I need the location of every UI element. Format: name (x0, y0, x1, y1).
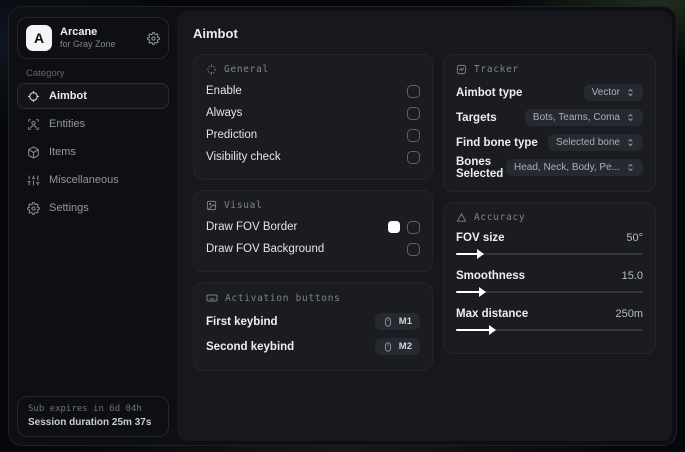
panel-visual: Visual Draw FOV Border Draw FOV Backgrou… (193, 190, 433, 272)
sidebar: A Arcane for Gray Zone Category Aimbot E… (9, 7, 177, 445)
right-column: Tracker Aimbot type Vector Targets Bots,… (443, 54, 656, 364)
crosshair-dotted-icon (206, 64, 217, 75)
panel-visual-header: Visual (206, 200, 420, 211)
enable-checkbox[interactable] (407, 84, 420, 98)
setting-row-second-keybind: Second keybind M2 (206, 334, 420, 359)
panel-title: Visual (224, 200, 263, 211)
brand-name: Arcane (60, 25, 98, 38)
sidebar-item-label: Settings (49, 202, 89, 214)
sliders-icon (27, 174, 40, 187)
setting-row-visibility-check: Visibility check (206, 146, 420, 168)
always-checkbox[interactable] (407, 106, 420, 120)
panel-title: Activation buttons (225, 292, 341, 304)
setting-row-find-bone-type: Find bone type Selected bone (456, 130, 643, 155)
second-keybind-button[interactable]: M2 (374, 338, 420, 355)
targets-dropdown[interactable]: Bots, Teams, Coma (524, 109, 643, 126)
setting-row-targets: Targets Bots, Teams, Coma (456, 105, 643, 130)
panel-activation-buttons: Activation buttons First keybind M1 Seco… (193, 282, 433, 371)
sidebar-item-items[interactable]: Items (17, 139, 169, 165)
slider-group-smoothness: Smoothness 15.0 (456, 266, 643, 297)
triangle-icon (456, 212, 467, 223)
slider-thumb[interactable] (477, 249, 485, 259)
slider-thumb[interactable] (479, 287, 487, 297)
session-duration-text: Session duration 25m 37s (28, 417, 152, 428)
brand-card: A Arcane for Gray Zone (17, 17, 169, 59)
slider-group-fov-size: FOV size 50° (456, 228, 643, 259)
draw-fov-border-checkbox[interactable] (407, 220, 420, 234)
panel-tracker: Tracker Aimbot type Vector Targets Bots,… (443, 54, 656, 192)
brand-subtitle: for Gray Zone (60, 39, 116, 50)
find-bone-type-dropdown[interactable]: Selected bone (548, 134, 643, 151)
visibility-check-checkbox[interactable] (407, 150, 420, 164)
draw-fov-background-checkbox[interactable] (407, 242, 420, 256)
chevron-up-down-icon (626, 138, 635, 147)
max-distance-slider[interactable] (456, 325, 643, 335)
panel-accuracy-header: Accuracy (456, 212, 643, 223)
left-column: General Enable Always Prediction Visibil… (193, 54, 433, 381)
brand-logo: A (26, 25, 52, 51)
panel-tracker-header: Tracker (456, 64, 643, 75)
brand-text: Arcane for Gray Zone (60, 26, 116, 51)
setting-row-always: Always (206, 102, 420, 124)
fov-size-slider[interactable] (456, 249, 643, 259)
category-label: Category (26, 68, 65, 79)
gear-icon (27, 201, 40, 215)
keyboard-icon (206, 292, 218, 304)
setting-row-enable: Enable (206, 80, 420, 102)
chevron-up-down-icon (626, 88, 635, 97)
smoothness-slider[interactable] (456, 287, 643, 297)
max-distance-value: 250m (615, 308, 643, 320)
setting-row-draw-fov-border: Draw FOV Border (206, 216, 420, 238)
crosshair-icon (27, 90, 40, 103)
bones-selected-dropdown[interactable]: Head, Neck, Body, Pe... (506, 159, 643, 176)
page-title: Aimbot (193, 26, 238, 41)
fov-border-color-picker[interactable] (388, 221, 400, 233)
panel-general-header: General (206, 64, 420, 75)
cube-icon (27, 146, 40, 159)
sidebar-item-entities[interactable]: Entities (17, 111, 169, 137)
person-scan-icon (27, 118, 40, 131)
main-content: Aimbot General Enable Always Prediction … (177, 11, 672, 441)
gear-icon[interactable] (147, 31, 160, 45)
sidebar-item-settings[interactable]: Settings (17, 195, 169, 221)
image-icon (206, 200, 217, 211)
prediction-checkbox[interactable] (407, 128, 420, 142)
setting-row-bones-selected: Bones Selected Head, Neck, Body, Pe... (456, 155, 643, 180)
sidebar-item-label: Miscellaneous (49, 174, 119, 186)
panel-title: General (224, 64, 269, 75)
slider-thumb[interactable] (488, 325, 496, 335)
fov-size-value: 50° (626, 232, 643, 244)
activity-icon (456, 64, 467, 75)
panel-activation-header: Activation buttons (206, 292, 420, 304)
panel-accuracy: Accuracy FOV size 50° Smoothness 15.0 Ma… (443, 202, 656, 354)
mouse-icon (383, 316, 393, 327)
setting-row-draw-fov-background: Draw FOV Background (206, 238, 420, 260)
sidebar-item-label: Aimbot (49, 90, 87, 102)
chevron-up-down-icon (626, 163, 635, 172)
sidebar-item-label: Entities (49, 118, 86, 130)
mouse-icon (383, 341, 393, 352)
slider-group-max-distance: Max distance 250m (456, 304, 643, 335)
chevron-up-down-icon (626, 113, 635, 122)
first-keybind-button[interactable]: M1 (374, 313, 420, 330)
subscription-card: Sub expires in 6d 04h Session duration 2… (17, 396, 169, 437)
sidebar-item-aimbot[interactable]: Aimbot (17, 83, 169, 109)
setting-row-prediction: Prediction (206, 124, 420, 146)
panel-general: General Enable Always Prediction Visibil… (193, 54, 433, 180)
app-window: A Arcane for Gray Zone Category Aimbot E… (8, 6, 677, 446)
smoothness-value: 15.0 (621, 270, 643, 282)
sub-expiry-text: Sub expires in 6d 04h (28, 404, 142, 414)
aimbot-type-dropdown[interactable]: Vector (583, 84, 643, 101)
panel-title: Tracker (474, 64, 519, 75)
sidebar-item-label: Items (49, 146, 76, 158)
setting-row-first-keybind: First keybind M1 (206, 309, 420, 334)
setting-row-aimbot-type: Aimbot type Vector (456, 80, 643, 105)
panel-title: Accuracy (474, 212, 526, 223)
sidebar-item-miscellaneous[interactable]: Miscellaneous (17, 167, 169, 193)
